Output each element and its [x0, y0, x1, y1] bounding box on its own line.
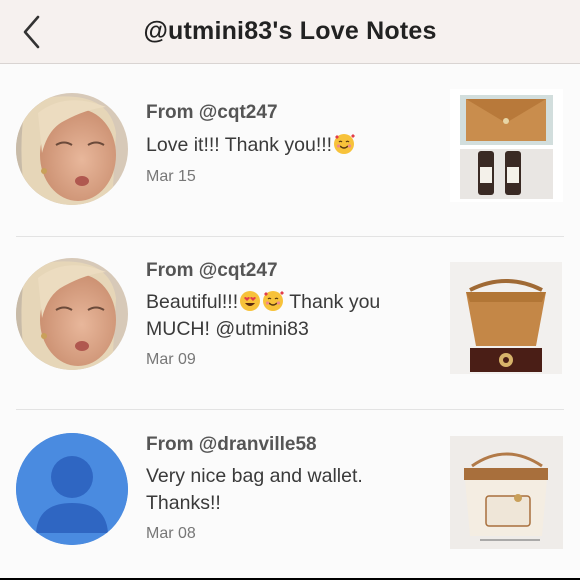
- listing-thumbnail[interactable]: [450, 436, 563, 549]
- note-message: Love it!!! Thank you!!!: [146, 132, 436, 159]
- avatar[interactable]: [16, 93, 128, 205]
- product-photo: [450, 89, 563, 202]
- smiling-face-with-hearts-icon: [334, 134, 356, 154]
- note-divider: [16, 236, 564, 237]
- user-photo: [16, 258, 128, 370]
- avatar[interactable]: [16, 433, 128, 545]
- note-sender[interactable]: From @cqt247: [146, 102, 278, 124]
- listing-thumbnail[interactable]: [450, 89, 563, 202]
- note-date: Mar 15: [146, 168, 196, 185]
- product-photo: [450, 262, 562, 374]
- note-message-text: Thank you: [289, 291, 381, 313]
- note-message-text: Beautiful!!!: [146, 291, 239, 313]
- default-user-icon: [16, 433, 128, 545]
- note-message-text: Love it!!! Thank you!!!: [146, 134, 333, 156]
- smiling-face-with-hearts-icon: [263, 291, 285, 311]
- note-date: Mar 08: [146, 525, 196, 542]
- note-date: Mar 09: [146, 351, 196, 368]
- note-message-text: Very nice bag and wallet.: [146, 465, 363, 487]
- note-message: Very nice bag and wallet. Thanks!!: [146, 463, 436, 517]
- note-sender[interactable]: From @cqt247: [146, 260, 278, 282]
- note-sender[interactable]: From @dranville58: [146, 434, 317, 456]
- listing-thumbnail[interactable]: [450, 262, 562, 374]
- user-photo: [16, 93, 128, 205]
- note-message: Beautiful!!! Thank you MUCH! @utmini83: [146, 289, 436, 343]
- heart-eyes-icon: [240, 291, 261, 311]
- page-title: @utmini83's Love Notes: [143, 17, 437, 45]
- note-message-text: Thanks!!: [146, 492, 221, 514]
- note-message-text: MUCH! @utmini83: [146, 318, 309, 340]
- love-notes-screen: @utmini83's Love Notes From @cqt247 Love…: [0, 0, 580, 578]
- note-divider: [16, 409, 564, 410]
- header-bar: @utmini83's Love Notes: [0, 0, 580, 64]
- product-photo: [450, 436, 563, 549]
- avatar[interactable]: [16, 258, 128, 370]
